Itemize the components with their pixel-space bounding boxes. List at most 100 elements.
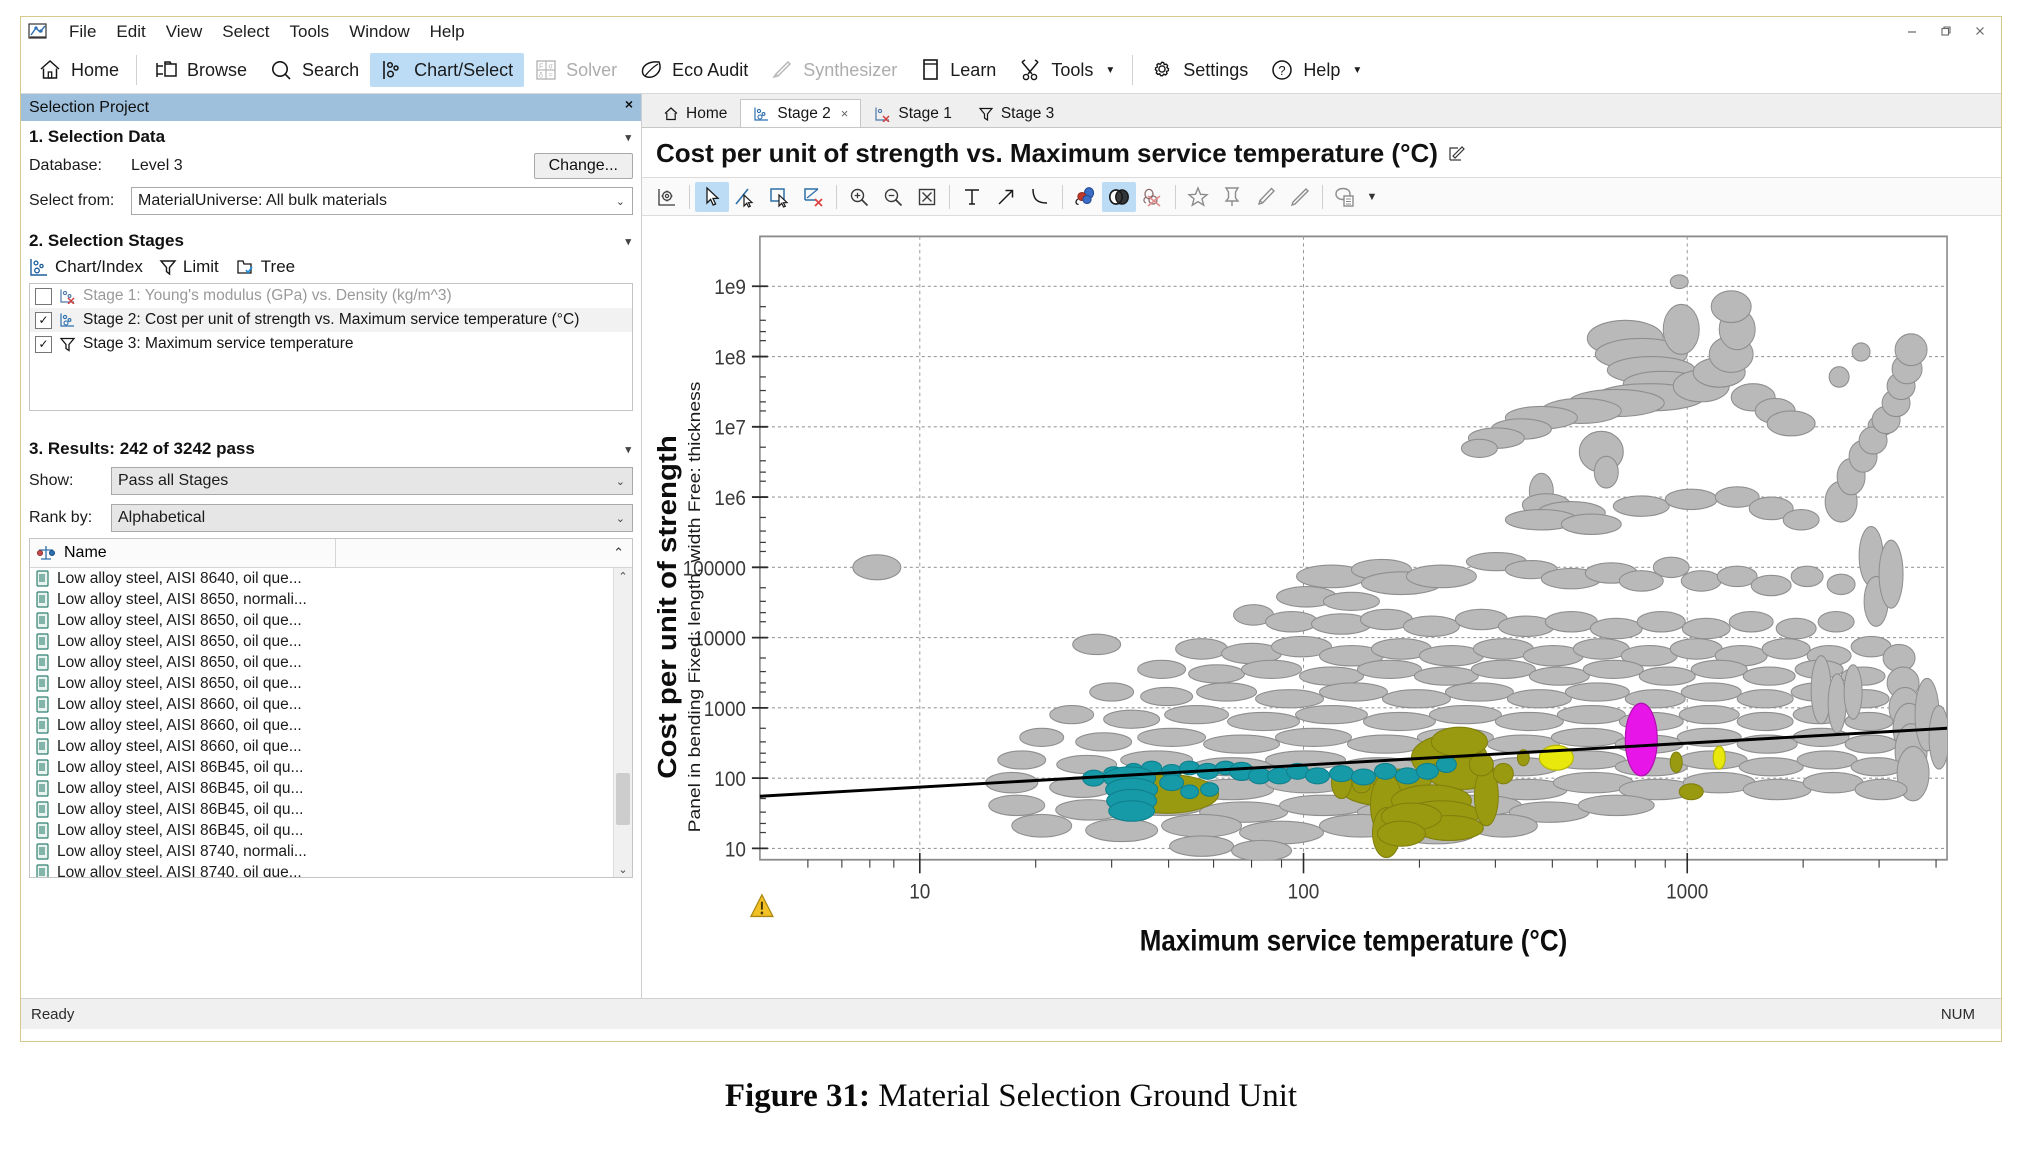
stage-row-2[interactable]: ✓ Stage 2: Cost per unit of strength vs.… [30, 308, 632, 332]
stage-1-checkbox[interactable] [35, 287, 52, 305]
menu-item-tools[interactable]: Tools [280, 20, 340, 44]
list-item[interactable]: Low alloy steel, AISI 8650, oil que... [30, 631, 632, 652]
menu-item-help[interactable]: Help [420, 20, 475, 44]
warning-icon[interactable] [749, 893, 774, 918]
bubbles-color-button[interactable] [1068, 182, 1102, 212]
scatter-plot[interactable]: 1e9 1e8 1e7 1e6 100000 10000 1000 100 10 [642, 216, 2001, 998]
chart-settings-button[interactable] [650, 182, 684, 212]
stage-row-3[interactable]: ✓ Stage 3: Maximum service temperature [30, 332, 632, 356]
ribbon-button-settings[interactable]: Settings [1139, 53, 1259, 87]
menu-item-select[interactable]: Select [212, 20, 279, 44]
ribbon-button-tools[interactable]: Tools ▼ [1007, 53, 1126, 87]
envelope-overlap-button[interactable] [1102, 181, 1136, 212]
stage-3-checkbox[interactable]: ✓ [35, 335, 52, 353]
window-controls [1895, 19, 1997, 43]
bubbles-hide-button[interactable] [1136, 182, 1170, 212]
chart-plot-area[interactable]: 1e9 1e8 1e7 1e6 100000 10000 1000 100 10 [642, 216, 2001, 998]
change-database-button[interactable]: Change... [533, 153, 633, 179]
ribbon-separator [136, 55, 138, 85]
scrollbar-thumb[interactable] [616, 773, 630, 825]
tab-stage-1[interactable]: Stage 1 [861, 99, 965, 127]
list-item[interactable]: Low alloy steel, AISI 8740, oil que... [30, 862, 632, 877]
arrow-tool-button[interactable] [989, 182, 1023, 212]
list-item[interactable]: Low alloy steel, AISI 8640, oil que... [30, 568, 632, 589]
section2-collapse-icon[interactable]: ▾ [625, 235, 631, 248]
curve-tool-icon [1032, 188, 1048, 204]
gear-icon [1154, 61, 1170, 77]
list-item[interactable]: Low alloy steel, AISI 8660, oil que... [30, 715, 632, 736]
restore-button[interactable] [1929, 19, 1963, 43]
results-name-column-label[interactable]: Name [64, 544, 107, 562]
list-item[interactable]: Low alloy steel, AISI 86B45, oil qu... [30, 778, 632, 799]
ribbon-button-eco-audit[interactable]: Eco Audit [628, 54, 759, 86]
list-item[interactable]: Low alloy steel, AISI 8650, oil que... [30, 673, 632, 694]
copy-chart-caret[interactable]: ▼ [1362, 182, 1382, 212]
panel-close-icon[interactable]: × [625, 96, 633, 112]
tab-home[interactable]: Home [650, 99, 741, 127]
highlighter-button[interactable] [1249, 182, 1283, 212]
select-from-dropdown[interactable]: MaterialUniverse: All bulk materials ⌄ [131, 187, 633, 215]
results-sort-asc-icon[interactable]: ⌃ [613, 545, 624, 561]
list-item[interactable]: Low alloy steel, AISI 8650, normali... [30, 589, 632, 610]
menu-item-edit[interactable]: Edit [106, 20, 155, 44]
tab-stage-2[interactable]: Stage 2 × [740, 99, 862, 127]
stage-tools-row: Chart/Index Limit Tree [21, 255, 641, 283]
ribbon-button-learn[interactable]: Learn [908, 53, 1007, 87]
curve-tool-button[interactable] [1023, 182, 1057, 212]
stage-2-checkbox[interactable]: ✓ [35, 311, 52, 329]
list-item[interactable]: Low alloy steel, AISI 86B45, oil qu... [30, 799, 632, 820]
ribbon-button-solver[interactable]: F σ δ = Solver [524, 54, 628, 86]
box-select-delete-button[interactable] [797, 182, 831, 212]
menu-item-window[interactable]: Window [339, 20, 419, 44]
ribbon-button-search[interactable]: Search [258, 53, 370, 87]
section1-collapse-icon[interactable]: ▾ [625, 131, 631, 144]
rank-by-dropdown[interactable]: Alphabetical ⌄ [111, 504, 633, 532]
stage-tool-limit[interactable]: Limit [159, 257, 219, 277]
chart-icon-tab [754, 107, 769, 121]
close-button[interactable] [1963, 19, 1997, 43]
show-dropdown[interactable]: Pass all Stages ⌄ [111, 467, 633, 495]
ribbon-button-chart-select[interactable]: Chart/Select [370, 53, 525, 87]
star-button[interactable] [1181, 182, 1215, 212]
list-item[interactable]: Low alloy steel, AISI 86B45, oil qu... [30, 757, 632, 778]
y-tick-label: 1e6 [714, 487, 746, 510]
pin-button[interactable] [1215, 182, 1249, 212]
ribbon-button-help[interactable]: ? Help ▼ [1259, 53, 1373, 87]
list-item[interactable]: Low alloy steel, AISI 8660, oil que... [30, 694, 632, 715]
list-item[interactable]: Low alloy steel, AISI 8740, normali... [30, 841, 632, 862]
list-item[interactable]: Low alloy steel, AISI 8660, oil que... [30, 736, 632, 757]
copy-chart-button[interactable] [1328, 182, 1362, 212]
ribbon-button-browse[interactable]: Browse [143, 54, 258, 86]
minimize-button[interactable] [1895, 19, 1929, 43]
tab-close-icon[interactable]: × [841, 106, 849, 121]
zoom-out-button[interactable] [876, 182, 910, 212]
tab-stage-3[interactable]: Stage 3 [964, 99, 1068, 127]
list-item[interactable]: Low alloy steel, AISI 8650, oil que... [30, 652, 632, 673]
stage-row-1[interactable]: Stage 1: Young's modulus (GPa) vs. Densi… [30, 284, 632, 308]
pointer-tool-button[interactable] [695, 181, 729, 212]
box-select-button[interactable] [763, 182, 797, 212]
ribbon-button-home[interactable]: Home [27, 53, 130, 87]
results-list[interactable]: Low alloy steel, AISI 8640, oil que... L… [30, 568, 632, 877]
scroll-down-arrow-icon[interactable]: ⌄ [614, 861, 632, 877]
stage-tool-tree[interactable]: Tree [235, 257, 295, 277]
section3-collapse-icon[interactable]: ▾ [625, 443, 631, 456]
edit-title-icon[interactable] [1447, 144, 1467, 164]
scroll-up-arrow-icon[interactable]: ⌃ [614, 568, 632, 584]
list-item[interactable]: Low alloy steel, AISI 8650, oil que... [30, 610, 632, 631]
pencil-button[interactable] [1283, 182, 1317, 212]
ribbon-label-synthesizer: Synthesizer [803, 59, 898, 80]
line-select-button[interactable] [729, 182, 763, 212]
results-column-divider[interactable] [335, 539, 336, 567]
menu-item-view[interactable]: View [156, 20, 213, 44]
ribbon-label-search: Search [302, 59, 360, 80]
stage-tool-chart-index[interactable]: Chart/Index [29, 257, 143, 277]
results-scrollbar[interactable]: ⌃ ⌄ [613, 568, 632, 877]
text-tool-button[interactable] [955, 182, 989, 212]
list-item[interactable]: Low alloy steel, AISI 86B45, oil qu... [30, 820, 632, 841]
zoom-reset-button[interactable] [910, 182, 944, 212]
list-item-label: Low alloy steel, AISI 86B45, oil qu... [57, 758, 304, 776]
zoom-in-button[interactable] [842, 182, 876, 212]
menu-item-file[interactable]: File [59, 20, 106, 44]
ribbon-button-synthesizer[interactable]: Synthesizer [759, 54, 908, 86]
